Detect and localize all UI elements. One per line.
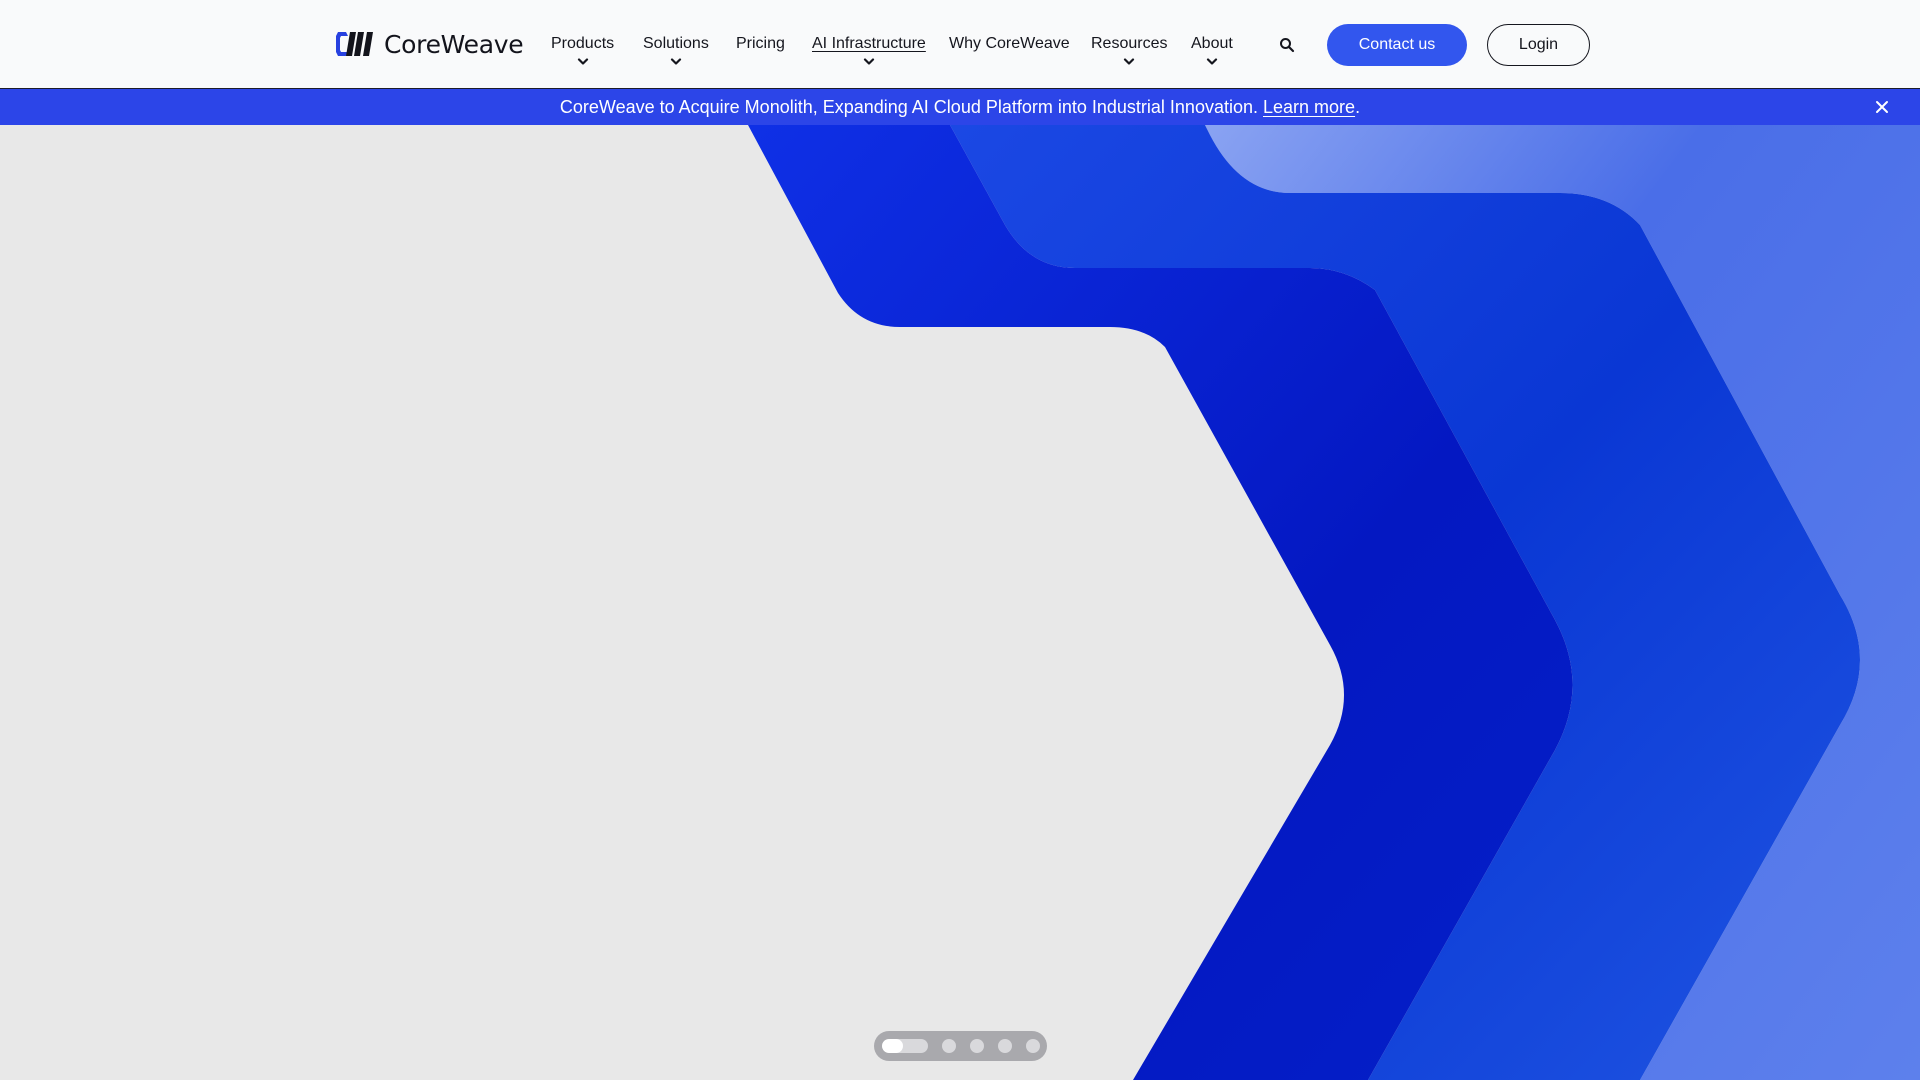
carousel-dot-active[interactable] [882,1039,928,1053]
login-button[interactable]: Login [1487,24,1590,66]
carousel-dot[interactable] [942,1039,956,1053]
carousel-dot[interactable] [970,1039,984,1053]
nav-item-about[interactable]: About [1191,34,1233,66]
close-icon[interactable] [1874,99,1890,115]
nav-item-resources[interactable]: Resources [1091,34,1167,66]
search-icon[interactable] [1279,37,1295,53]
brand-logo[interactable]: CoreWeave [336,28,524,60]
learn-more-link[interactable]: Learn more [1263,97,1355,118]
brand-name: CoreWeave [384,29,524,59]
carousel-indicators [874,1031,1047,1061]
nav-item-label: AI Infrastructure [812,35,926,52]
chevron-down-icon [1206,58,1218,65]
nav-item-ai-infrastructure[interactable]: AI Infrastructure [812,34,926,66]
carousel-dot[interactable] [998,1039,1012,1053]
nav-item-label: Why CoreWeave [949,35,1070,52]
site-header: CoreWeave Products Solutions Pricing AI … [0,0,1920,89]
hero-chevron-graphic [748,125,1920,1080]
carousel-progress-fill [882,1039,903,1053]
chevron-down-icon [670,58,682,65]
carousel-dot[interactable] [1026,1039,1040,1053]
nav-item-solutions[interactable]: Solutions [643,34,709,66]
nav-item-label: Resources [1091,35,1168,52]
coreweave-logo-icon [336,32,373,56]
nav-item-products[interactable]: Products [551,34,614,66]
nav-item-why-coreweave[interactable]: Why CoreWeave [949,34,1070,54]
chevron-down-icon [863,58,875,65]
nav-item-label: Solutions [643,35,709,52]
nav-item-label: Products [551,35,615,52]
contact-us-button[interactable]: Contact us [1327,24,1467,66]
announcement-text: CoreWeave to Acquire Monolith, Expanding… [559,96,1258,117]
chevron-down-icon [577,58,588,65]
nav-item-pricing[interactable]: Pricing [736,34,785,54]
announcement-banner: CoreWeave to Acquire Monolith, Expanding… [0,89,1920,125]
nav-item-label: About [1191,35,1233,52]
chevron-down-icon [1124,58,1135,65]
nav-item-label: Pricing [736,35,785,52]
hero-section [0,125,1920,1080]
announcement-trailing: . [1355,96,1361,117]
